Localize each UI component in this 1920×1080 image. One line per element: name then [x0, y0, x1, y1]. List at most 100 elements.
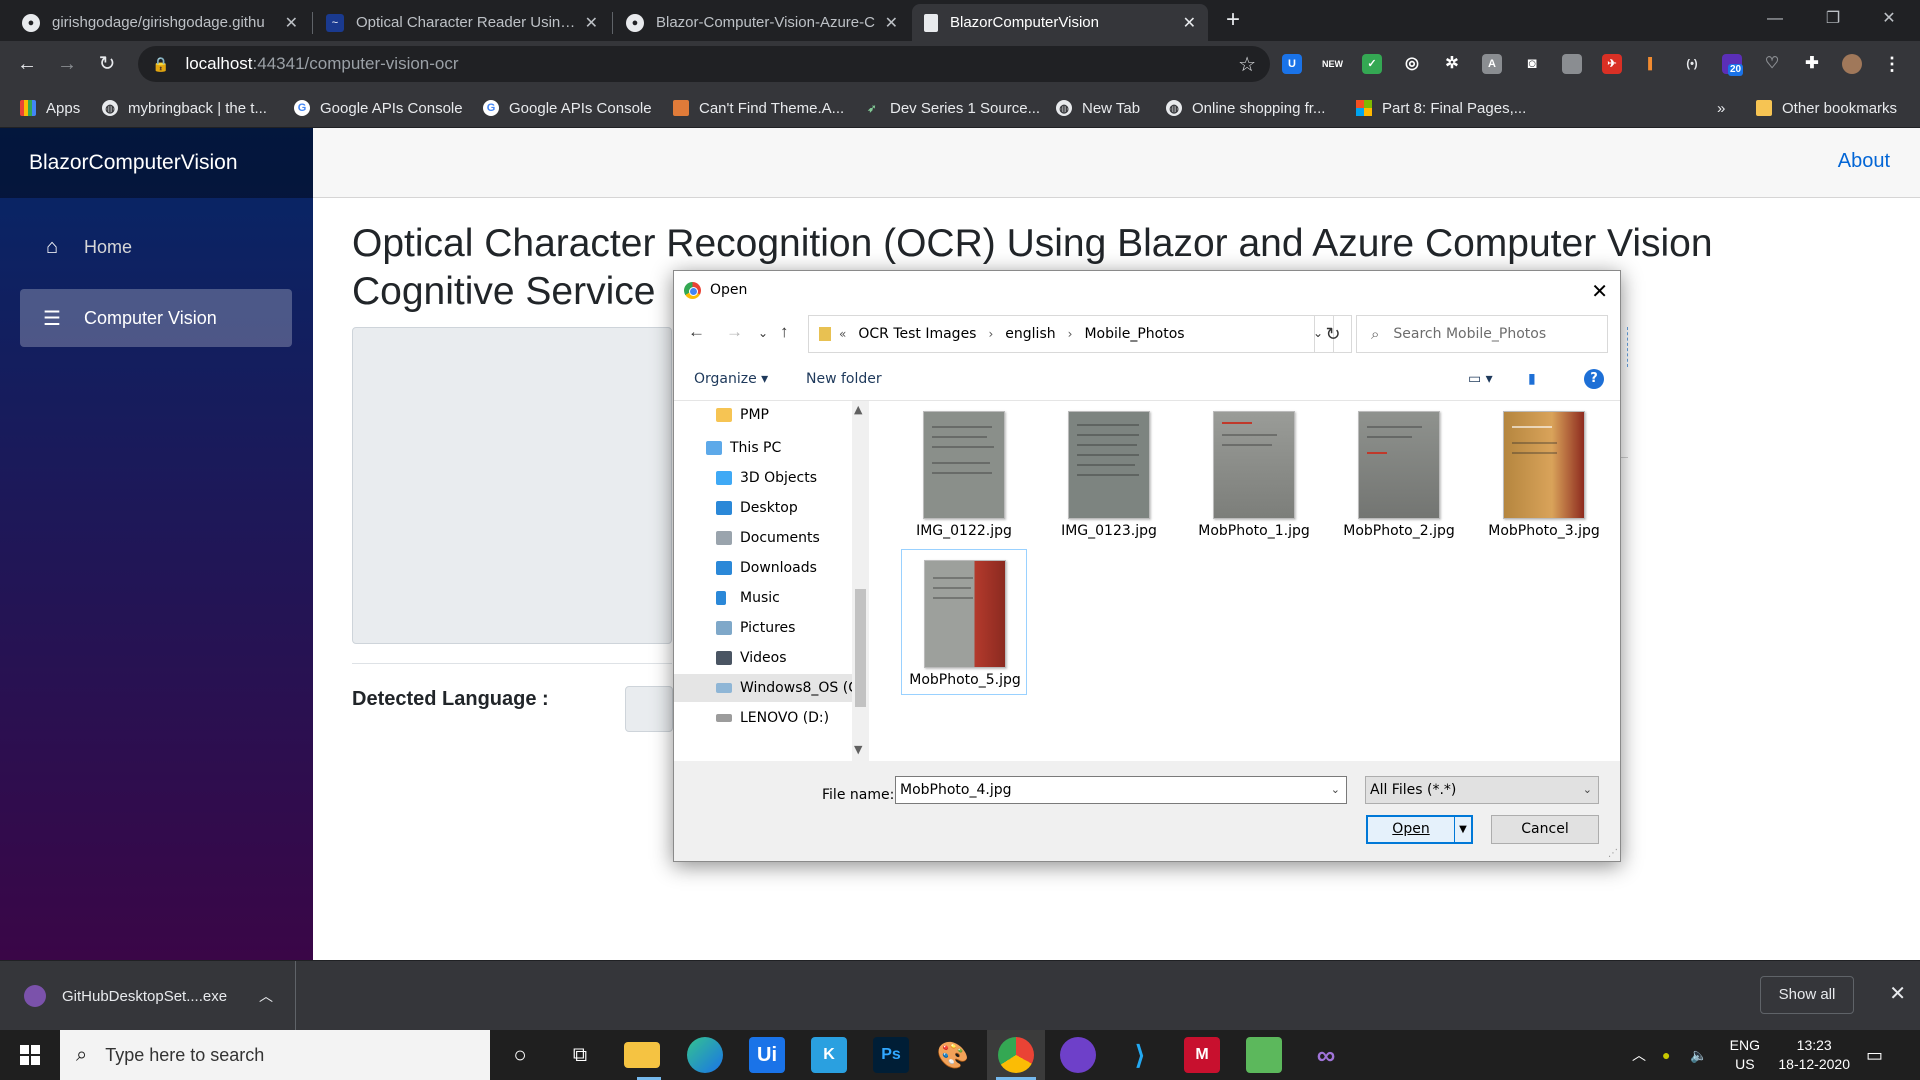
- reload-button[interactable]: ↻: [92, 50, 122, 80]
- file-explorer-icon[interactable]: [624, 1042, 660, 1068]
- file-item[interactable]: IMG_0123.jpg: [1046, 401, 1172, 547]
- close-tab-icon[interactable]: ✕: [885, 13, 898, 33]
- bookmark-online-shopping[interactable]: ◍ Online shopping fr...: [1166, 88, 1325, 128]
- preview-pane-icon[interactable]: ▮: [1528, 371, 1536, 387]
- tree-item-3d-objects[interactable]: 3D Objects: [674, 464, 852, 492]
- extension-react-icon[interactable]: ✲: [1442, 54, 1462, 74]
- scroll-down-icon[interactable]: ▼: [854, 743, 862, 756]
- scrollbar-thumb[interactable]: [855, 589, 866, 707]
- file-item[interactable]: MobPhoto_1.jpg: [1191, 401, 1317, 547]
- menu-dots-icon[interactable]: ⋮: [1882, 54, 1902, 74]
- tab-ocr-article[interactable]: ~ Optical Character Reader Using B ✕: [314, 4, 610, 41]
- extensions-puzzle-icon[interactable]: ✚: [1802, 54, 1822, 74]
- tree-item-videos[interactable]: Videos: [674, 644, 852, 672]
- extension-font-icon[interactable]: A: [1482, 54, 1502, 74]
- refresh-button[interactable]: ↻: [1314, 315, 1352, 353]
- bookmark-theme[interactable]: Can't Find Theme.A...: [673, 88, 844, 128]
- taskbar-search-input[interactable]: ⌕ Type here to search: [60, 1030, 490, 1080]
- bookmark-apps[interactable]: Apps: [20, 88, 80, 128]
- show-hidden-icons[interactable]: ︿: [1632, 1030, 1646, 1080]
- help-icon[interactable]: ?: [1584, 369, 1604, 389]
- network-status-icon[interactable]: ●: [1662, 1030, 1670, 1080]
- input-language[interactable]: ENG US: [1730, 1036, 1760, 1074]
- bookmarks-overflow-button[interactable]: »: [1717, 88, 1725, 128]
- tab-blazor-app[interactable]: BlazorComputerVision ✕: [912, 4, 1208, 41]
- extension-red-icon[interactable]: ✈: [1602, 54, 1622, 74]
- paint-icon[interactable]: 🎨: [935, 1037, 971, 1073]
- breadcrumb-english[interactable]: english: [1005, 326, 1055, 342]
- task-view-icon[interactable]: ⧉: [562, 1037, 598, 1073]
- visual-studio-icon[interactable]: ∞: [1308, 1037, 1344, 1073]
- tree-item-pmp[interactable]: PMP: [674, 401, 852, 429]
- bookmark-part8[interactable]: Part 8: Final Pages,...: [1356, 88, 1526, 128]
- cancel-button[interactable]: Cancel: [1491, 815, 1599, 844]
- close-tab-icon[interactable]: ✕: [585, 13, 598, 33]
- chevron-down-icon[interactable]: ⌄: [1583, 777, 1592, 803]
- edge-icon[interactable]: [687, 1037, 723, 1073]
- notepad-icon[interactable]: [1246, 1037, 1282, 1073]
- photoshop-icon[interactable]: Ps: [873, 1037, 909, 1073]
- breadcrumb-mobile-photos[interactable]: Mobile_Photos: [1084, 326, 1184, 342]
- bookmark-mybringback[interactable]: ◍ mybringback | the t...: [102, 88, 267, 128]
- tree-item-downloads[interactable]: Downloads: [674, 554, 852, 582]
- file-item[interactable]: MobPhoto_2.jpg: [1336, 401, 1462, 547]
- bookmark-star-icon[interactable]: ☆: [1238, 52, 1256, 77]
- extension-badge-icon[interactable]: 20: [1722, 54, 1744, 76]
- up-arrow-icon[interactable]: ↑: [780, 322, 789, 342]
- extension-pocket-icon[interactable]: ♡: [1762, 54, 1782, 74]
- dialog-address-bar[interactable]: « OCR Test Images › english › Mobile_Pho…: [808, 315, 1334, 353]
- app-brand[interactable]: BlazorComputerVision: [0, 128, 313, 198]
- system-clock[interactable]: 13:23 18-12-2020: [1778, 1036, 1850, 1074]
- github-desktop-taskbar-icon[interactable]: [1060, 1037, 1096, 1073]
- scroll-up-icon[interactable]: ▲: [854, 403, 862, 416]
- close-window-button[interactable]: ✕: [1866, 0, 1912, 41]
- restore-button[interactable]: ❐: [1810, 0, 1856, 41]
- resize-grip-icon[interactable]: ⋰: [1608, 848, 1618, 859]
- volume-icon[interactable]: 🔈: [1690, 1030, 1707, 1080]
- close-tab-icon[interactable]: ✕: [285, 13, 298, 33]
- navigation-scrollbar[interactable]: ▲ ▼: [852, 401, 869, 761]
- chevron-down-icon[interactable]: ⌄: [1331, 777, 1340, 803]
- start-button[interactable]: [0, 1030, 60, 1080]
- uipath-icon[interactable]: Ui: [749, 1037, 785, 1073]
- about-link[interactable]: About: [1838, 150, 1890, 173]
- new-tab-button[interactable]: +: [1218, 6, 1248, 36]
- dialog-close-icon[interactable]: ✕: [1591, 279, 1608, 303]
- close-tab-icon[interactable]: ✕: [1183, 13, 1196, 33]
- file-item-selected[interactable]: MobPhoto_5.jpg: [901, 549, 1027, 695]
- tree-item-windows8-os[interactable]: Windows8_OS (C: [674, 674, 858, 702]
- forward-arrow-icon[interactable]: →: [726, 322, 743, 342]
- tree-item-music[interactable]: Music: [674, 584, 852, 612]
- address-bar[interactable]: 🔒 localhost :44341/computer-vision-ocr ☆: [138, 46, 1270, 82]
- mcafee-icon[interactable]: M: [1184, 1037, 1220, 1073]
- bookmark-new-tab[interactable]: ◍ New Tab: [1056, 88, 1140, 128]
- recent-locations-chevron-icon[interactable]: ⌄: [758, 326, 768, 340]
- file-type-select[interactable]: All Files (*.*) ⌄: [1365, 776, 1599, 804]
- extension-new-icon[interactable]: NEW: [1322, 54, 1343, 74]
- tree-item-desktop[interactable]: Desktop: [674, 494, 852, 522]
- extension-wave-icon[interactable]: (•): [1682, 54, 1702, 74]
- back-button[interactable]: ←: [12, 50, 42, 80]
- show-all-button[interactable]: Show all: [1760, 976, 1854, 1014]
- tree-item-this-pc[interactable]: This PC: [674, 434, 852, 462]
- extension-ui-icon[interactable]: U: [1282, 54, 1302, 74]
- file-item[interactable]: MobPhoto_3.jpg: [1481, 401, 1607, 547]
- bookmark-google-apis-1[interactable]: G Google APIs Console: [294, 88, 463, 128]
- download-item[interactable]: GitHubDesktopSet....exe ︿: [0, 961, 296, 1031]
- profile-avatar[interactable]: [1842, 54, 1862, 74]
- nav-computer-vision[interactable]: ☰ Computer Vision: [20, 289, 292, 347]
- extension-grey-icon[interactable]: [1562, 54, 1582, 74]
- organize-button[interactable]: Organize ▾: [694, 371, 768, 387]
- bookmark-google-apis-2[interactable]: G Google APIs Console: [483, 88, 652, 128]
- file-name-input[interactable]: MobPhoto_4.jpg ⌄: [895, 776, 1347, 804]
- extension-orange-icon[interactable]: ▌: [1642, 54, 1662, 74]
- minimize-button[interactable]: —: [1752, 0, 1798, 41]
- extension-target-icon[interactable]: ◎: [1402, 54, 1422, 74]
- tab-github-repo[interactable]: ● Blazor-Computer-Vision-Azure-C ✕: [614, 4, 910, 41]
- file-item[interactable]: IMG_0122.jpg: [901, 401, 1027, 547]
- chevron-up-icon[interactable]: ︿: [259, 986, 273, 1006]
- extension-shield-icon[interactable]: ✓: [1362, 54, 1382, 74]
- chrome-icon[interactable]: [998, 1037, 1034, 1073]
- tree-item-lenovo[interactable]: LENOVO (D:): [674, 704, 852, 732]
- nav-home[interactable]: ⌂ Home: [20, 218, 292, 276]
